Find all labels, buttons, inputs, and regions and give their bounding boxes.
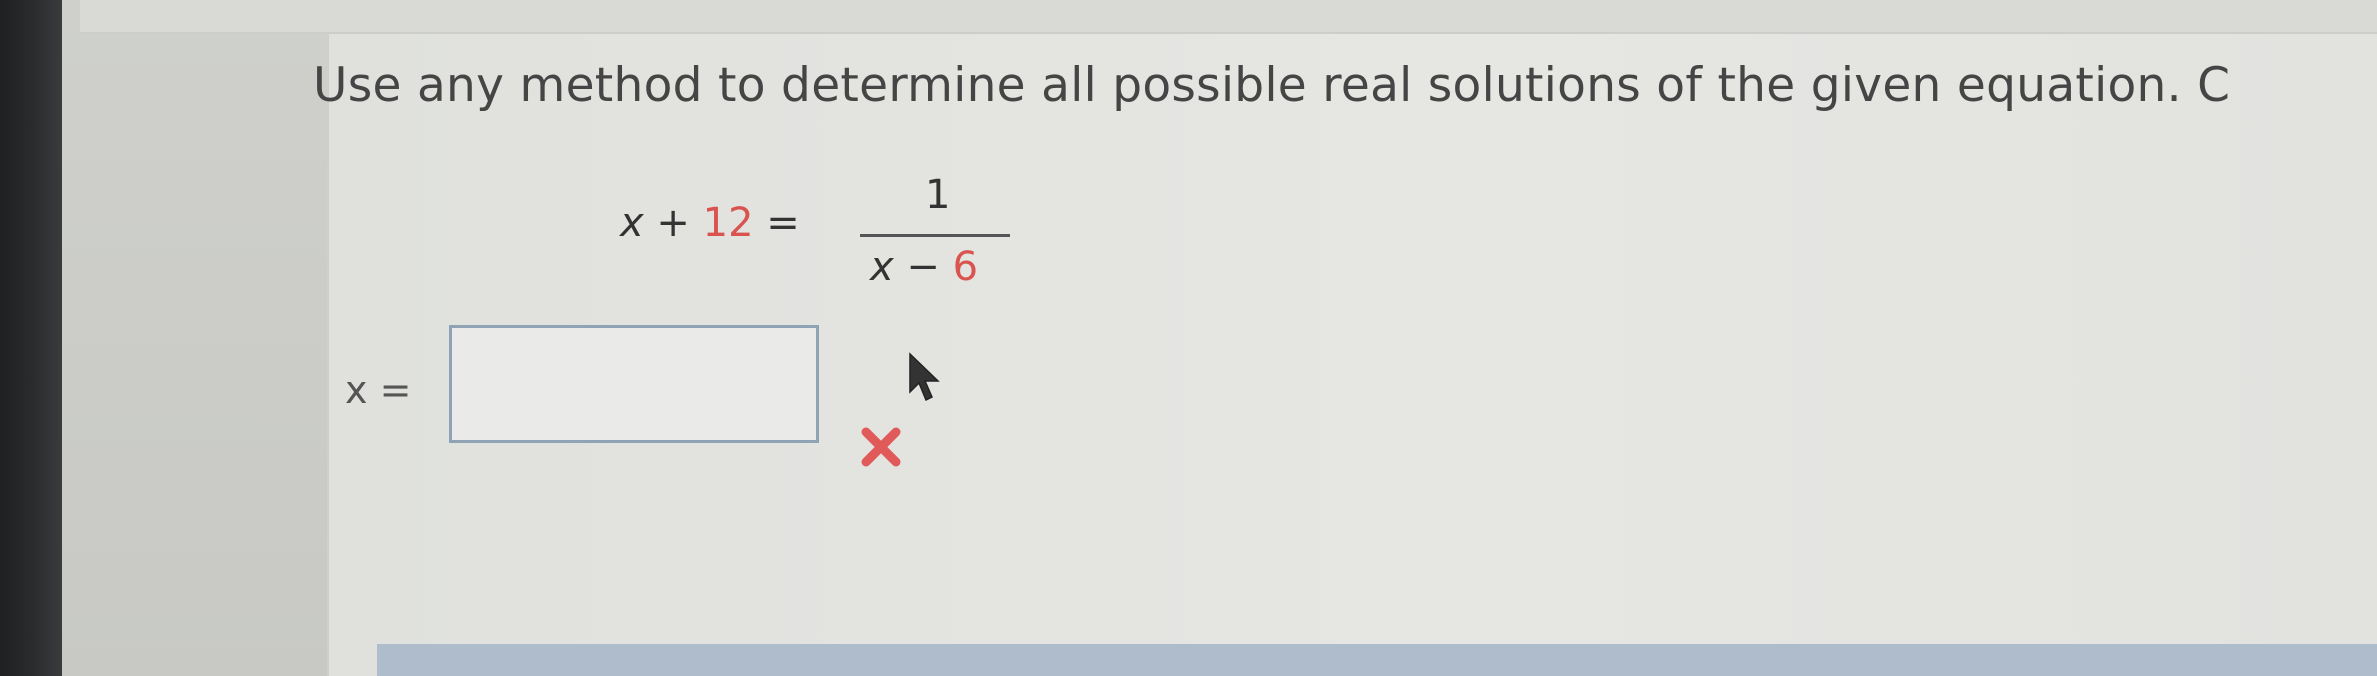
fraction-denominator: x − 6 (870, 244, 978, 290)
denominator-operator: − (906, 244, 940, 290)
equals-sign: = (766, 200, 800, 246)
answer-input[interactable] (449, 325, 819, 443)
lhs-variable: x (620, 200, 644, 246)
answer-label: x = (345, 368, 412, 412)
mouse-cursor-icon (906, 352, 942, 408)
lhs-constant: 12 (702, 200, 754, 246)
equation: x + 12 = 1 x − 6 (620, 170, 1040, 310)
bottom-bar (377, 644, 2377, 676)
fraction-bar (860, 234, 1010, 237)
left-sidebar (62, 0, 327, 676)
top-strip (80, 0, 2377, 34)
denominator-constant: 6 (952, 244, 979, 290)
lhs-operator: + (656, 200, 690, 246)
question-prompt: Use any method to determine all possible… (313, 58, 2231, 113)
denominator-variable: x (870, 244, 894, 290)
fraction-numerator: 1 (925, 172, 951, 218)
monitor-bezel (0, 0, 62, 676)
equation-lhs: x + 12 = (620, 200, 800, 246)
x-mark-icon (856, 422, 906, 472)
